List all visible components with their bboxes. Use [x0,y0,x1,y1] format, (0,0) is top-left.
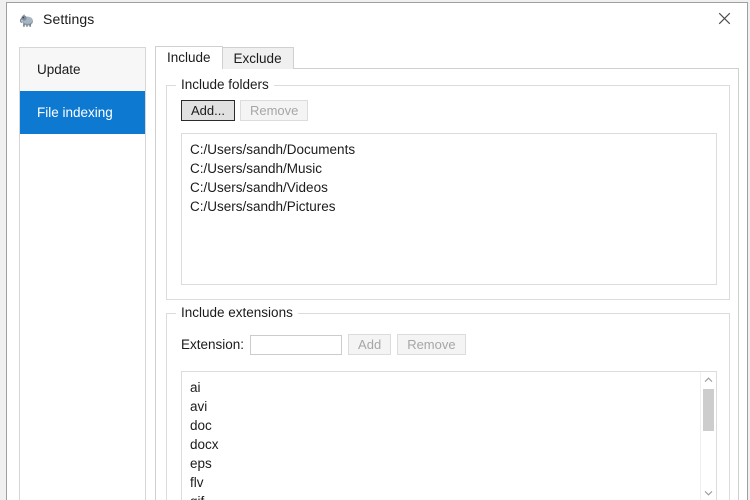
extension-input[interactable] [250,334,343,355]
include-extensions-list[interactable]: ai avi doc docx eps flv gif htm [181,371,717,500]
sidebar-item-label: Update [37,62,81,77]
window-title: Settings [43,11,95,27]
list-item[interactable]: C:/Users/sandh/Documents [182,140,716,159]
include-folders-title: Include folders [176,77,274,92]
list-item[interactable]: ai [182,378,716,397]
tab-exclude[interactable]: Exclude [221,47,294,69]
window-titlebar: Settings [7,3,747,37]
list-item[interactable]: docx [182,435,716,454]
add-extension-button: Add [348,334,392,355]
list-item[interactable]: doc [182,416,716,435]
list-item[interactable]: gif [182,492,716,500]
list-item[interactable]: eps [182,454,716,473]
include-extensions-group: Include extensions Extension: Add Remove… [166,305,730,500]
extensions-scrollbar[interactable] [700,372,716,500]
folder-button-row: Add... Remove [181,100,309,121]
tab-label: Include [167,50,211,65]
tabstrip: Include Exclude [155,46,294,69]
extension-label: Extension: [181,337,245,352]
include-extensions-title: Include extensions [176,305,298,320]
list-item[interactable]: C:/Users/sandh/Music [182,159,716,178]
settings-window: Settings Update File indexing Include Ex… [6,2,748,500]
screen: Settings Update File indexing Include Ex… [0,0,750,500]
scroll-up-icon[interactable] [701,372,716,387]
extension-entry-row: Extension: Add Remove [181,334,466,355]
close-icon[interactable] [701,3,747,34]
remove-extension-button: Remove [397,334,466,355]
sidebar-item-label: File indexing [37,105,113,120]
scrollbar-thumb[interactable] [703,389,714,431]
include-folders-group: Include folders Add... Remove C:/Users/s… [166,77,730,300]
tab-label: Exclude [233,51,282,66]
tab-include[interactable]: Include [155,46,223,69]
include-folders-list[interactable]: C:/Users/sandh/Documents C:/Users/sandh/… [181,133,717,285]
sidebar-item-update[interactable]: Update [20,48,145,91]
app-mammoth-icon [19,12,36,29]
sidebar-item-file-indexing[interactable]: File indexing [20,91,145,134]
list-item[interactable]: C:/Users/sandh/Pictures [182,197,716,216]
list-item[interactable]: flv [182,473,716,492]
sidebar: Update File indexing [19,47,146,500]
list-item[interactable]: avi [182,397,716,416]
tab-panel-include: Include folders Add... Remove C:/Users/s… [155,68,739,500]
remove-folder-button: Remove [239,100,309,121]
add-folder-button[interactable]: Add... [181,100,235,121]
list-item[interactable]: C:/Users/sandh/Videos [182,178,716,197]
scroll-down-icon[interactable] [701,485,716,500]
